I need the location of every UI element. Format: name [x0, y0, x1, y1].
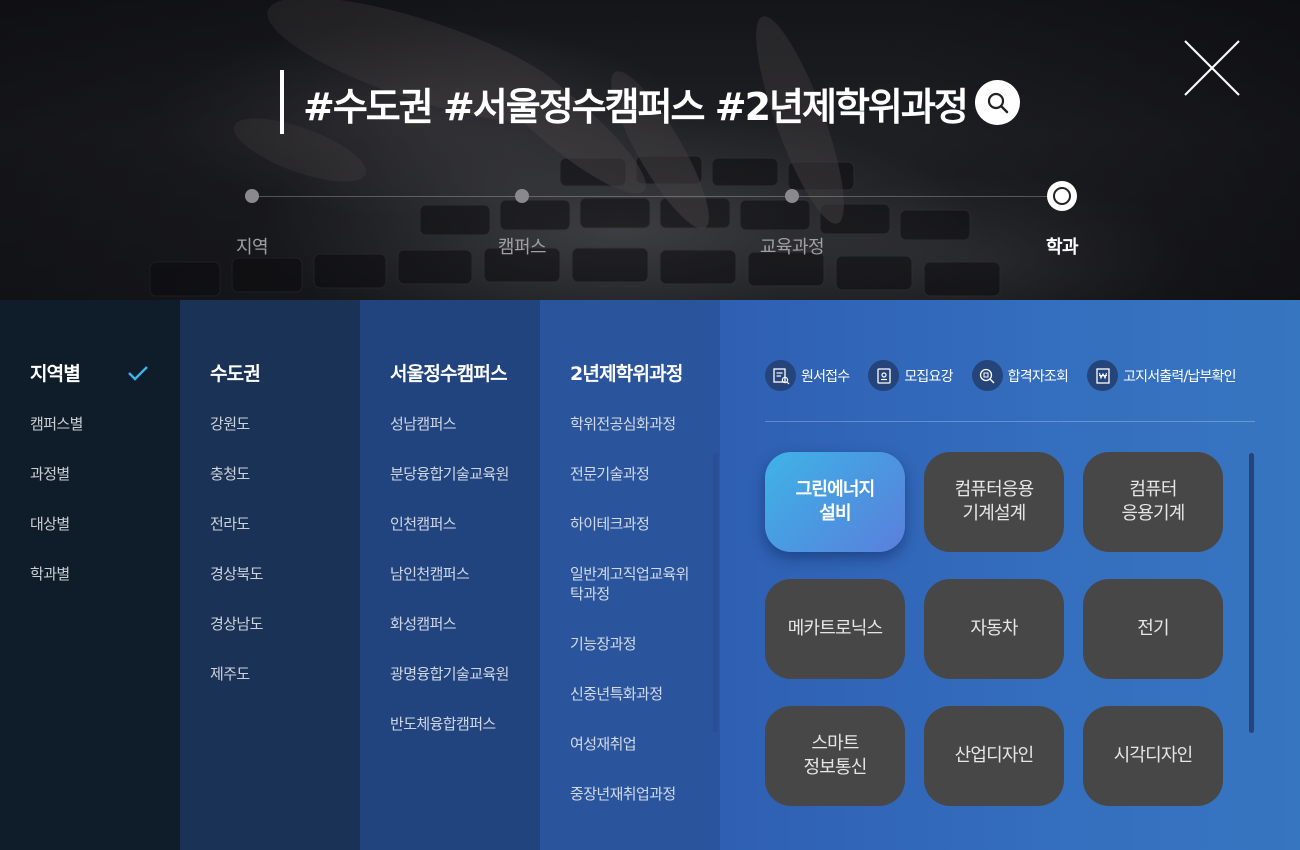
department-button[interactable]: 스마트 정보통신 — [765, 706, 905, 806]
divider — [765, 421, 1255, 422]
region-column: 수도권 강원도 충청도 전라도 경상북도 경상남도 제주도 — [180, 300, 360, 850]
filter-item[interactable]: 대상별 — [30, 514, 70, 534]
apply-link[interactable]: 원서접수 — [765, 360, 850, 391]
campus-item[interactable]: 남인천캠퍼스 — [390, 564, 470, 584]
department-button-active[interactable]: 그린에너지 설비 — [765, 452, 905, 552]
course-item[interactable]: 중장년재취업과정 — [570, 784, 676, 804]
step-course[interactable]: 교육과정 — [732, 0, 852, 300]
page-title: #수도권 #서울정수캠퍼스 #2년제학위과정 — [303, 85, 969, 129]
department-panel: 원서접수 모집요강 합격자조회 고지서출력/납부확인 그린에너지 설비 컴퓨터응… — [720, 300, 1300, 850]
step-dot — [515, 189, 529, 203]
course-item[interactable]: 신중년특화과정 — [570, 684, 663, 704]
department-button[interactable]: 컴퓨터응용 기계설계 — [924, 452, 1064, 552]
recruitment-guide-link[interactable]: 모집요강 — [868, 360, 953, 391]
link-label: 합격자조회 — [1007, 368, 1069, 385]
department-scrollbar[interactable] — [1249, 453, 1254, 733]
course-selected-label[interactable]: 2년제학위과정 — [570, 359, 683, 386]
quick-links: 원서접수 모집요강 합격자조회 고지서출력/납부확인 — [765, 360, 1255, 391]
campus-item[interactable]: 인천캠퍼스 — [390, 514, 457, 534]
course-item[interactable]: 학위전공심화과정 — [570, 414, 676, 434]
campus-column: 서울정수캠퍼스 성남캠퍼스 분당융합기술교육원 인천캠퍼스 남인천캠퍼스 화성캠… — [360, 300, 540, 850]
link-label: 모집요강 — [904, 368, 953, 385]
link-label: 원서접수 — [801, 368, 850, 385]
search-result-icon — [971, 360, 1003, 391]
campus-selected-label[interactable]: 서울정수캠퍼스 — [390, 359, 508, 386]
filter-type-column: 지역별 캠퍼스별 과정별 대상별 학과별 — [0, 300, 180, 850]
step-dot — [245, 189, 259, 203]
campus-item[interactable]: 화성캠퍼스 — [390, 614, 457, 634]
course-column: 2년제학위과정 학위전공심화과정 전문기술과정 하이테크과정 일반계고직업교육위… — [540, 300, 720, 850]
application-form-icon — [765, 360, 796, 391]
department-button[interactable]: 자동차 — [924, 579, 1064, 679]
course-scrollbar[interactable] — [713, 453, 718, 733]
step-label: 학과 — [1045, 237, 1079, 258]
department-button[interactable]: 산업디자인 — [924, 706, 1064, 806]
filter-item[interactable]: 캠퍼스별 — [30, 414, 83, 434]
step-label: 교육과정 — [759, 237, 825, 258]
region-item[interactable]: 제주도 — [210, 664, 250, 684]
filter-selected-label[interactable]: 지역별 — [30, 359, 81, 386]
region-item[interactable]: 경상남도 — [210, 614, 263, 634]
close-icon — [1184, 40, 1240, 96]
step-dot-active — [1047, 181, 1077, 211]
step-campus[interactable]: 캠퍼스 — [462, 0, 582, 300]
step-progress-line — [252, 196, 1062, 197]
department-button[interactable]: 메카트로닉스 — [765, 579, 905, 679]
close-button[interactable] — [1183, 39, 1241, 97]
pass-check-link[interactable]: 합격자조회 — [971, 360, 1069, 391]
course-item[interactable]: 하이테크과정 — [570, 514, 650, 534]
step-region[interactable]: 지역 — [192, 0, 312, 300]
course-item[interactable]: 기능장과정 — [570, 634, 637, 654]
region-selected-label[interactable]: 수도권 — [210, 359, 261, 386]
bill-payment-icon — [1087, 360, 1119, 391]
link-label: 고지서출력/납부확인 — [1123, 368, 1236, 385]
course-item[interactable]: 전문기술과정 — [570, 464, 650, 484]
region-item[interactable]: 전라도 — [210, 514, 250, 534]
check-icon — [128, 366, 148, 381]
step-label: 지역 — [235, 237, 269, 258]
department-button[interactable]: 시각디자인 — [1083, 706, 1223, 806]
filter-item[interactable]: 학과별 — [30, 564, 70, 584]
course-item[interactable]: 여성재취업 — [570, 734, 637, 754]
region-item[interactable]: 충청도 — [210, 464, 250, 484]
department-button[interactable]: 컴퓨터 응용기계 — [1083, 452, 1223, 552]
campus-item[interactable]: 반도체융합캠퍼스 — [390, 714, 496, 734]
campus-item[interactable]: 성남캠퍼스 — [390, 414, 457, 434]
step-department[interactable]: 학과 — [1002, 0, 1122, 300]
guide-document-icon — [868, 360, 900, 391]
department-button[interactable]: 전기 — [1083, 579, 1223, 679]
step-dot — [785, 189, 799, 203]
course-item[interactable]: 일반계고직업교육위탁과정 — [570, 564, 690, 604]
region-item[interactable]: 경상북도 — [210, 564, 263, 584]
campus-item[interactable]: 분당융합기술교육원 — [390, 464, 509, 484]
bill-print-link[interactable]: 고지서출력/납부확인 — [1087, 360, 1237, 391]
campus-item[interactable]: 광명융합기술교육원 — [390, 664, 509, 684]
hero-banner: #수도권 #서울정수캠퍼스 #2년제학위과정 지역 캠퍼스 교육과정 학과 — [0, 0, 1300, 300]
region-item[interactable]: 강원도 — [210, 414, 250, 434]
step-label: 캠퍼스 — [497, 237, 547, 258]
filter-item[interactable]: 과정별 — [30, 464, 70, 484]
